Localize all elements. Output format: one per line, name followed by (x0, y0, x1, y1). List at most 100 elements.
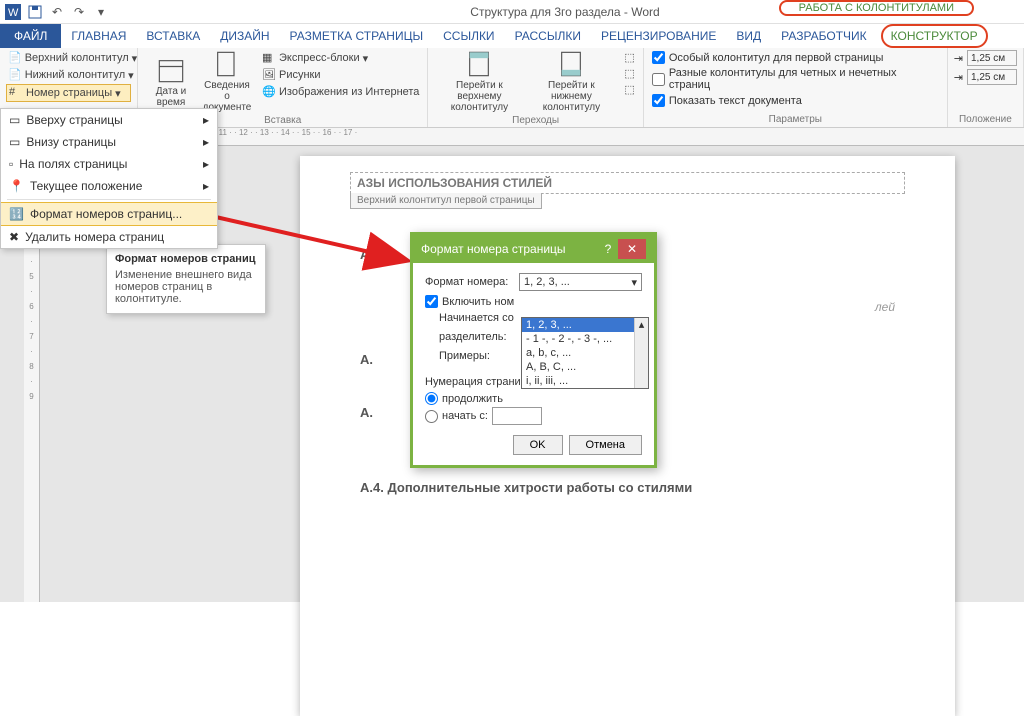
format-option-2[interactable]: a, b, c, ... (522, 346, 648, 360)
diff-oddeven-label: Разные колонтитулы для четных и нечетных… (669, 67, 939, 91)
page-header-area[interactable]: АЗЫ ИСПОЛЬЗОВАНИЯ СТИЛЕЙ (350, 172, 905, 194)
save-icon[interactable] (26, 3, 44, 21)
tab-review[interactable]: РЕЦЕНЗИРОВАНИЕ (591, 24, 726, 48)
doc-info-button[interactable]: Сведения о документе (200, 50, 254, 113)
radio-start-label: начать с: (442, 410, 488, 422)
header-right-text: АЗЫ ИСПОЛЬЗОВАНИЯ СТИЛЕЙ (357, 176, 552, 190)
ok-button[interactable]: OK (513, 435, 563, 455)
qat-more-icon[interactable]: ▾ (92, 3, 110, 21)
dd-top-label: Вверху страницы (26, 113, 122, 127)
format-numbers-icon: 🔢 (9, 207, 24, 221)
tab-insert[interactable]: ВСТАВКА (136, 24, 210, 48)
dd-format-label: Формат номеров страниц... (30, 207, 182, 221)
goto-footer-label: Перейти к нижнему колонтитулу (526, 80, 616, 113)
dialog-help-button[interactable]: ? (598, 242, 618, 256)
format-option-0[interactable]: 1, 2, 3, ... (522, 318, 648, 332)
goto-header-button[interactable]: Перейти к верхнему колонтитулу (434, 50, 524, 113)
tab-developer[interactable]: РАЗРАБОТЧИК (771, 24, 877, 48)
footer-from-bottom-field[interactable]: 1,25 см (967, 69, 1017, 85)
doc-line-a: А. (360, 247, 373, 262)
page-number-dropdown: ▭Вверху страницы▸ ▭Внизу страницы▸ ▫На п… (0, 108, 218, 249)
examples-label: Примеры: (439, 350, 529, 362)
tab-mailings[interactable]: РАССЫЛКИ (505, 24, 591, 48)
start-at-spinner[interactable] (492, 407, 542, 425)
diff-oddeven-checkbox[interactable]: Разные колонтитулы для четных и нечетных… (650, 66, 941, 92)
show-doc-checkbox[interactable]: Показать текст документа (650, 93, 941, 108)
cancel-button[interactable]: Отмена (569, 435, 642, 455)
dd-current-label: Текущее положение (30, 179, 142, 193)
format-label: Формат номера: (425, 276, 515, 288)
dd-page-margins[interactable]: ▫На полях страницы▸ (1, 153, 217, 175)
date-time-button[interactable]: Дата и время (144, 50, 198, 113)
prev-section-button[interactable]: ⬚ (622, 50, 636, 65)
radio-continue[interactable]: продолжить (425, 392, 642, 405)
footer-label: Нижний колонтитул (25, 69, 125, 81)
footer-from-bottom-icon: ⇥ (954, 71, 963, 84)
dialog-title: Формат номера страницы (421, 242, 566, 256)
format-option-4[interactable]: i, ii, iii, ... (522, 374, 648, 388)
number-format-select[interactable]: 1, 2, 3, ... ▾ (519, 273, 642, 291)
current-pos-icon: 📍 (9, 179, 24, 193)
next-section-button[interactable]: ⬚ (622, 66, 636, 81)
dd-top-of-page[interactable]: ▭Вверху страницы▸ (1, 109, 217, 131)
dialog-close-button[interactable]: ✕ (618, 239, 646, 259)
header-button[interactable]: 📄Верхний колонтитул ▾ (6, 50, 131, 66)
tab-file[interactable]: ФАЙЛ (0, 24, 61, 48)
header-from-top-field[interactable]: 1,25 см (967, 50, 1017, 66)
online-pictures-button[interactable]: 🌐Изображения из Интернета (260, 84, 421, 100)
word-icon: W (4, 3, 22, 21)
dd-margins-label: На полях страницы (19, 157, 127, 171)
dropdown-scrollbar[interactable]: ▴ (634, 318, 648, 388)
dd-format-page-numbers[interactable]: 🔢 Формат номеров страниц... (1, 202, 217, 226)
include-chapter-label: Включить ном (442, 296, 514, 308)
page-margins-icon: ▫ (9, 157, 13, 171)
diff-first-label: Особый колонтитул для первой страницы (669, 52, 884, 64)
format-option-3[interactable]: A, B, C, ... (522, 360, 648, 374)
link-prev-button[interactable]: ⬚ (622, 82, 636, 97)
footer-button[interactable]: 📄Нижний колонтитул ▾ (6, 67, 131, 83)
dd-remove-label: Удалить номера страниц (25, 230, 164, 244)
format-value: 1, 2, 3, ... (524, 276, 570, 288)
quick-parts-label: Экспресс-блоки (279, 52, 360, 64)
page-number-label: Номер страницы (26, 87, 112, 99)
number-format-dropdown-list: 1, 2, 3, ... - 1 -, - 2 -, - 3 -, ... a,… (521, 317, 649, 389)
undo-icon[interactable]: ↶ (48, 3, 66, 21)
chevron-down-icon: ▾ (631, 276, 637, 289)
tab-layout[interactable]: РАЗМЕТКА СТРАНИЦЫ (280, 24, 434, 48)
dd-remove-page-numbers[interactable]: ✖ Удалить номера страниц (1, 226, 217, 248)
tooltip-title: Формат номеров страниц (115, 253, 257, 265)
page-top-icon: ▭ (9, 113, 20, 127)
page-number-button[interactable]: #Номер страницы ▾ (6, 84, 131, 102)
doc-line-a3: А. (360, 405, 373, 420)
header-label: Верхний колонтитул (25, 52, 129, 64)
date-time-label: Дата и время (144, 86, 198, 108)
header-tab-first-page: Верхний колонтитул первой страницы (350, 193, 542, 209)
group-navigation-label: Переходы (434, 115, 636, 126)
group-options-label: Параметры (650, 114, 941, 125)
svg-text:W: W (8, 7, 19, 19)
page-number-format-dialog: Формат номера страницы ? ✕ Формат номера… (410, 232, 657, 468)
format-option-1[interactable]: - 1 -, - 2 -, - 3 -, ... (522, 332, 648, 346)
starts-with-label: Начинается со (439, 312, 529, 324)
tab-design[interactable]: ДИЗАЙН (210, 24, 279, 48)
separator-label: разделитель: (439, 331, 529, 343)
quick-parts-button[interactable]: ▦Экспресс-блоки ▾ (260, 50, 421, 66)
contextual-tab-group: РАБОТА С КОЛОНТИТУЛАМИ (789, 2, 964, 14)
pictures-button[interactable]: 🖼Рисунки (260, 67, 421, 83)
goto-footer-button[interactable]: Перейти к нижнему колонтитулу (526, 50, 616, 113)
dd-current-position[interactable]: 📍Текущее положение▸ (1, 175, 217, 197)
radio-start-at[interactable]: начать с: (425, 407, 642, 425)
redo-icon[interactable]: ↷ (70, 3, 88, 21)
tab-view[interactable]: ВИД (726, 24, 771, 48)
tooltip-body: Изменение внешнего вида номеров страниц … (115, 269, 257, 305)
tab-references[interactable]: ССЫЛКИ (433, 24, 504, 48)
format-page-numbers-tooltip: Формат номеров страниц Изменение внешнег… (106, 244, 266, 314)
tab-home[interactable]: ГЛАВНАЯ (61, 24, 136, 48)
tab-designer[interactable]: КОНСТРУКТОР (881, 24, 988, 48)
dd-bottom-label: Внизу страницы (26, 135, 116, 149)
dd-bottom-of-page[interactable]: ▭Внизу страницы▸ (1, 131, 217, 153)
doc-line-a2: А. (360, 352, 373, 367)
remove-icon: ✖ (9, 230, 19, 244)
include-chapter-checkbox[interactable] (425, 295, 438, 308)
diff-first-checkbox[interactable]: Особый колонтитул для первой страницы (650, 50, 941, 65)
